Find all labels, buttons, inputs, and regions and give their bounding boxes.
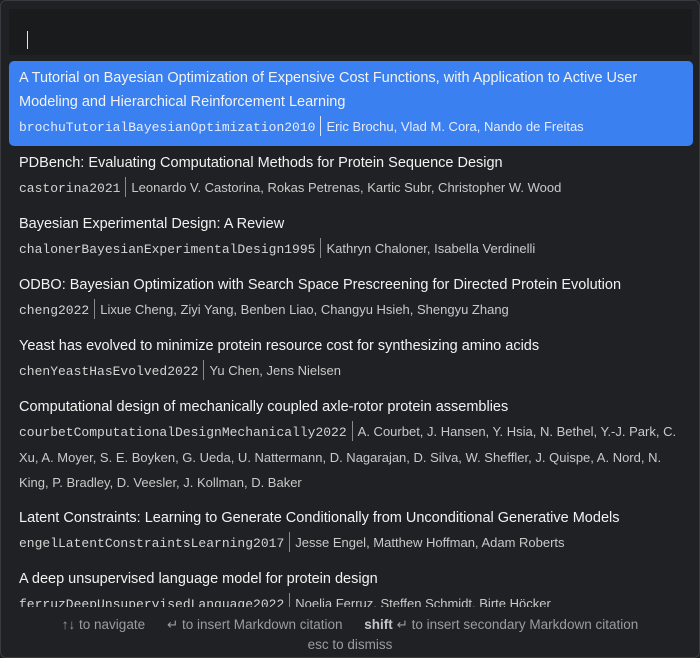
arrow-keys-icon: ↑↓: [61, 617, 76, 632]
citation-key: brochuTutorialBayesianOptimization2010: [19, 120, 316, 135]
result-item[interactable]: Computational design of mechanically cou…: [9, 390, 693, 501]
result-item[interactable]: Latent Constraints: Learning to Generate…: [9, 501, 693, 562]
result-title: Latent Constraints: Learning to Generate…: [19, 510, 620, 526]
result-meta: engelLatentConstraintsLearning2017 Jesse …: [19, 530, 683, 556]
hint-insert-secondary: shift ↵ to insert secondary Markdown cit…: [364, 617, 639, 632]
result-title: Bayesian Experimental Design: A Review: [19, 216, 285, 232]
result-meta: chalonerBayesianExperimentalDesign1995 Ka…: [19, 236, 683, 262]
result-title: ODBO: Bayesian Optimization with Search …: [19, 277, 622, 293]
result-authors: Jesse Engel, Matthew Hoffman, Adam Rober…: [295, 535, 565, 550]
keyboard-hints: ↑↓ to navigate ↵ to insert Markdown cita…: [1, 607, 699, 657]
result-authors: Lixue Cheng, Ziyi Yang, Benben Liao, Cha…: [100, 302, 509, 317]
result-meta: ferruzDeepUnsupervisedLanguage2022 Noelia…: [19, 591, 683, 607]
citation-key: courbetComputationalDesignMechanically20…: [19, 425, 347, 440]
result-meta: cheng2022 Lixue Cheng, Ziyi Yang, Benben …: [19, 297, 683, 323]
citation-key: castorina2021: [19, 181, 121, 196]
citation-key: engelLatentConstraintsLearning2017: [19, 536, 285, 551]
separator: [320, 238, 322, 258]
result-authors: Yu Chen, Jens Nielsen: [209, 363, 341, 378]
result-authors: Leonardo V. Castorina, Rokas Petrenas, K…: [131, 180, 562, 195]
separator: [289, 532, 291, 552]
return-key-icon: ↵: [396, 617, 408, 632]
result-item[interactable]: ODBO: Bayesian Optimization with Search …: [9, 268, 693, 329]
results-list[interactable]: A Tutorial on Bayesian Optimization of E…: [9, 61, 693, 607]
hint-dismiss: esc to dismiss: [307, 637, 393, 652]
citation-key: chenYeastHasEvolved2022: [19, 364, 199, 379]
result-title: PDBench: Evaluating Computational Method…: [19, 155, 503, 171]
separator: [289, 593, 291, 607]
result-meta: castorina2021 Leonardo V. Castorina, Roka…: [19, 175, 683, 201]
result-meta: chenYeastHasEvolved2022 Yu Chen, Jens Nie…: [19, 358, 683, 384]
search-field[interactable]: [9, 9, 692, 55]
result-item[interactable]: A Tutorial on Bayesian Optimization of E…: [9, 61, 693, 146]
result-title: Computational design of mechanically cou…: [19, 399, 509, 415]
result-item[interactable]: Bayesian Experimental Design: A Review ch…: [9, 207, 693, 268]
separator: [203, 360, 205, 380]
result-item[interactable]: A deep unsupervised language model for p…: [9, 562, 693, 607]
separator: [94, 299, 96, 319]
result-item[interactable]: Yeast has evolved to minimize protein re…: [9, 329, 693, 390]
result-meta: courbetComputationalDesignMechanically20…: [19, 419, 683, 495]
citation-key: chalonerBayesianExperimentalDesign1995: [19, 242, 316, 257]
text-caret: [27, 31, 28, 49]
separator: [320, 116, 322, 136]
result-meta: brochuTutorialBayesianOptimization2010 Er…: [19, 114, 683, 140]
result-authors: Kathryn Chaloner, Isabella Verdinelli: [326, 241, 536, 256]
result-authors: Eric Brochu, Vlad M. Cora, Nando de Frei…: [326, 119, 584, 134]
hint-insert: ↵ to insert Markdown citation: [166, 617, 343, 632]
result-authors: Noelia Ferruz, Steffen Schmidt, Birte Hö…: [295, 596, 551, 607]
separator: [125, 177, 127, 197]
result-title: Yeast has evolved to minimize protein re…: [19, 338, 540, 354]
result-title: A Tutorial on Bayesian Optimization of E…: [19, 70, 638, 110]
result-item[interactable]: PDBench: Evaluating Computational Method…: [9, 146, 693, 207]
citation-key: ferruzDeepUnsupervisedLanguage2022: [19, 597, 285, 607]
citation-key: cheng2022: [19, 303, 90, 318]
separator: [351, 421, 353, 441]
hint-navigate: ↑↓ to navigate: [61, 617, 146, 632]
result-title: A deep unsupervised language model for p…: [19, 571, 378, 587]
return-key-icon: ↵: [166, 617, 179, 632]
citation-picker-modal: A Tutorial on Bayesian Optimization of E…: [0, 0, 700, 658]
